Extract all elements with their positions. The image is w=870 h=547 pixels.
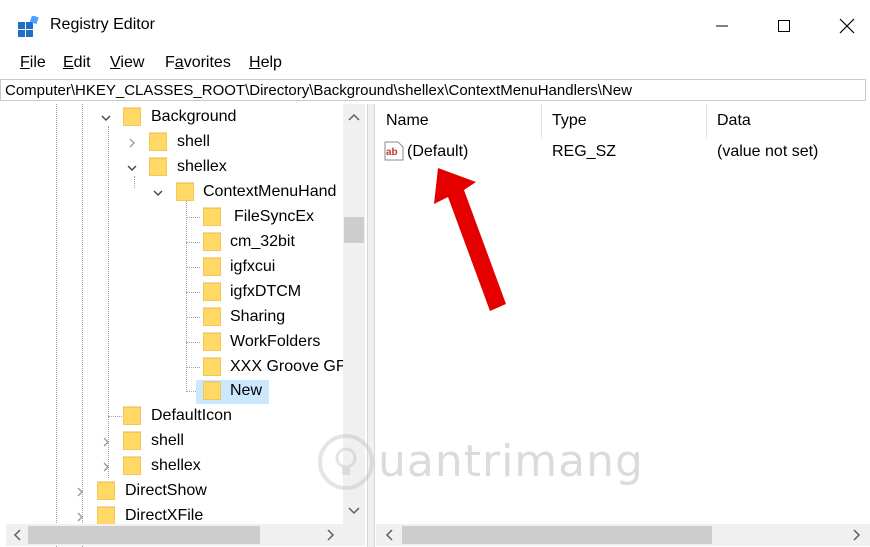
folder-icon <box>123 406 141 425</box>
table-row[interactable]: ab (Default) REG_SZ (value not set) <box>376 140 870 164</box>
scroll-right-icon[interactable] <box>852 529 862 541</box>
folder-icon <box>203 357 221 376</box>
tree-node-sharing[interactable]: Sharing <box>6 306 346 330</box>
title-bar: Registry Editor <box>0 0 870 52</box>
tree-node-groove[interactable]: XXX Groove GFS <box>6 356 343 380</box>
registry-editor-icon <box>18 16 39 37</box>
menu-bar: File Edit View Favorites Help <box>0 52 870 78</box>
minimize-button[interactable] <box>697 8 747 44</box>
scroll-down-icon[interactable] <box>348 506 360 516</box>
chevron-down-icon[interactable] <box>126 162 138 174</box>
address-bar[interactable]: Computer\HKEY_CLASSES_ROOT\Directory\Bac… <box>0 79 866 101</box>
svg-text:ab: ab <box>386 147 398 158</box>
watermark-text: uantrimang <box>378 436 644 487</box>
menu-file[interactable]: File <box>20 52 46 78</box>
tree-node-contextmenuhandlers[interactable]: ContextMenuHand <box>6 181 346 205</box>
value-type: REG_SZ <box>552 143 617 160</box>
column-header-data[interactable]: Data <box>717 104 751 138</box>
close-button[interactable] <box>822 8 870 44</box>
column-separator[interactable] <box>541 104 542 138</box>
column-separator[interactable] <box>706 104 707 138</box>
folder-icon <box>203 207 221 226</box>
tree-node-cm32bit[interactable]: cm_32bit <box>6 231 346 255</box>
red-arrow-annotation <box>434 168 506 311</box>
menu-edit[interactable]: Edit <box>63 52 91 78</box>
folder-icon <box>123 107 141 126</box>
tree-node-shellex-2[interactable]: shellex <box>6 455 346 479</box>
window-title: Registry Editor <box>50 16 155 33</box>
tree-hscroll-thumb[interactable] <box>28 526 260 544</box>
folder-icon <box>97 506 115 525</box>
folder-icon <box>203 257 221 276</box>
tree-scroll-thumb[interactable] <box>344 217 364 243</box>
folder-icon <box>203 332 221 351</box>
folder-icon <box>176 182 194 201</box>
string-value-icon: ab <box>384 141 404 161</box>
tree-node-defaulticon[interactable]: DefaultIcon <box>6 405 346 429</box>
folder-icon <box>203 381 221 400</box>
folder-icon <box>149 132 167 151</box>
lightbulb-icon <box>318 434 374 490</box>
tree-node-shell-2[interactable]: shell <box>6 430 346 454</box>
column-header-type[interactable]: Type <box>552 104 587 138</box>
column-header-name[interactable]: Name <box>386 104 429 138</box>
tree-node-background[interactable]: Background <box>6 106 346 130</box>
tree-horizontal-scrollbar[interactable] <box>6 524 365 546</box>
value-data: (value not set) <box>717 143 819 160</box>
folder-icon <box>203 232 221 251</box>
chevron-right-icon[interactable] <box>74 511 86 523</box>
close-icon <box>839 18 855 34</box>
tree-node-filesyncex[interactable]: FileSyncEx <box>6 206 346 230</box>
folder-icon <box>203 282 221 301</box>
scroll-left-icon[interactable] <box>384 529 394 541</box>
chevron-right-icon[interactable] <box>100 461 112 473</box>
chevron-right-icon[interactable] <box>126 137 138 149</box>
tree-node-igfxcui[interactable]: igfxcui <box>6 256 346 280</box>
list-horizontal-scrollbar[interactable] <box>376 524 870 546</box>
tree-node-shell[interactable]: shell <box>6 131 346 155</box>
tree-node-directshow[interactable]: DirectShow <box>6 480 346 504</box>
tree-node-workfolders[interactable]: WorkFolders <box>6 331 346 355</box>
maximize-icon <box>778 20 790 32</box>
folder-icon <box>97 481 115 500</box>
folder-icon <box>149 157 167 176</box>
folder-icon <box>203 307 221 326</box>
scroll-left-icon[interactable] <box>12 529 22 541</box>
value-name: (Default) <box>407 143 469 160</box>
menu-help[interactable]: Help <box>249 52 282 78</box>
maximize-button[interactable] <box>759 8 809 44</box>
tree-node-new[interactable]: New <box>6 380 346 404</box>
list-hscroll-thumb[interactable] <box>402 526 712 544</box>
chevron-right-icon[interactable] <box>100 436 112 448</box>
scroll-up-icon[interactable] <box>348 112 360 122</box>
menu-favorites[interactable]: Favorites <box>165 52 231 78</box>
watermark-logo: uantrimang <box>316 432 643 492</box>
folder-icon <box>123 431 141 450</box>
minimize-icon <box>716 25 728 27</box>
folder-icon <box>123 456 141 475</box>
chevron-right-icon[interactable] <box>74 486 86 498</box>
scroll-right-icon[interactable] <box>326 529 336 541</box>
chevron-down-icon[interactable] <box>152 187 164 199</box>
values-pane: Name Type Data ab (Default) REG_SZ (valu… <box>318 104 870 547</box>
tree-node-shellex[interactable]: shellex <box>6 156 346 180</box>
chevron-down-icon[interactable] <box>100 112 112 124</box>
tree-node-igfxdtcm[interactable]: igfxDTCM <box>6 281 346 305</box>
menu-view[interactable]: View <box>110 52 144 78</box>
